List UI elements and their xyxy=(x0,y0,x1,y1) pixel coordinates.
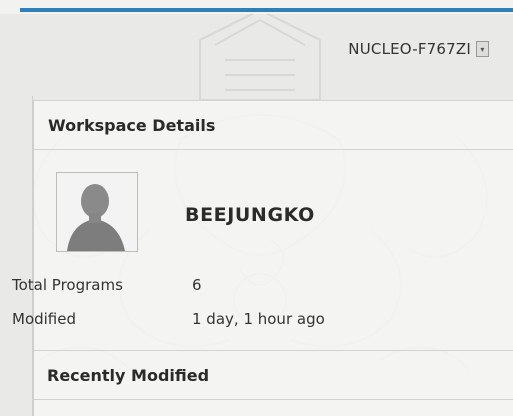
username: BEEJUNGKO xyxy=(185,204,315,226)
profile-area: BEEJUNGKO xyxy=(34,150,513,260)
workspace-details-title: Workspace Details xyxy=(34,100,513,150)
stat-row-total-programs: Total Programs 6 xyxy=(12,268,325,302)
left-column-edge xyxy=(0,96,33,416)
stat-label: Total Programs xyxy=(12,276,123,294)
recently-modified-title: Recently Modified xyxy=(33,350,513,400)
user-silhouette-icon xyxy=(57,173,137,251)
board-selector[interactable]: NUCLEO-F767ZI ▾ xyxy=(348,40,489,58)
stat-label: Modified xyxy=(12,310,77,328)
board-name: NUCLEO-F767ZI xyxy=(348,40,471,58)
recently-modified-wrapper: Recently Modified xyxy=(33,350,513,416)
chevron-down-icon[interactable]: ▾ xyxy=(476,41,489,57)
avatar[interactable] xyxy=(56,172,138,252)
stat-row-modified: Modified 1 day, 1 hour ago xyxy=(12,302,325,336)
accent-stripe xyxy=(20,8,513,12)
stat-value: 1 day, 1 hour ago xyxy=(192,310,325,328)
top-banner xyxy=(0,0,513,14)
workspace-stats: Total Programs 6 Modified 1 day, 1 hour … xyxy=(12,268,325,336)
stat-value: 6 xyxy=(192,276,202,294)
